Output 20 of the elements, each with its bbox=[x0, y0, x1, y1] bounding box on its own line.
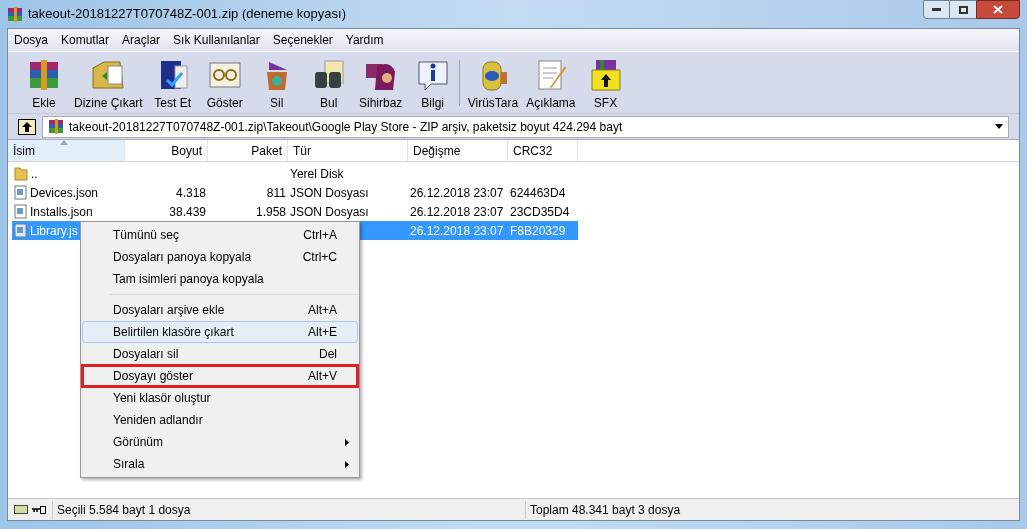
table-cell-text: 811 bbox=[266, 184, 286, 202]
table-cell-text: F8B20329 bbox=[510, 222, 566, 240]
table-cell-text: 624463D4 bbox=[510, 184, 566, 202]
table-cell-text: Installs.json bbox=[30, 203, 93, 221]
table-cell-text: 38.439 bbox=[169, 203, 206, 221]
table-cell-text: JSON Dosyası bbox=[290, 184, 369, 202]
table-cell-text: 26.12.2018 23:07 bbox=[410, 203, 504, 221]
table-cell-text: Devices.json bbox=[30, 184, 99, 202]
window-title: takeout-20181227T070748Z-001.zip (deneme kopyası) bbox=[28, 5, 346, 24]
table-cell-text: 26.12.2018 23:07 bbox=[410, 184, 504, 202]
table-cell-text: 4.318 bbox=[175, 184, 206, 202]
table-cell-text: Library.js bbox=[30, 222, 78, 240]
table-cell-text: JSON Dosyası bbox=[290, 203, 369, 221]
table-cell-text: .. bbox=[31, 165, 38, 183]
table-cell-text: 26.12.2018 23:07 bbox=[410, 222, 504, 240]
table-cell-text: 23CD35D4 bbox=[510, 203, 570, 221]
total-summary: Toplam 48.341 bayt 3 dosya bbox=[525, 500, 681, 519]
table-cell-text: Yerel Disk bbox=[290, 165, 344, 183]
table-cell-text: 1.958 bbox=[255, 203, 286, 221]
selection-summary: Seçili 5.584 bayt 1 dosya bbox=[52, 500, 525, 519]
